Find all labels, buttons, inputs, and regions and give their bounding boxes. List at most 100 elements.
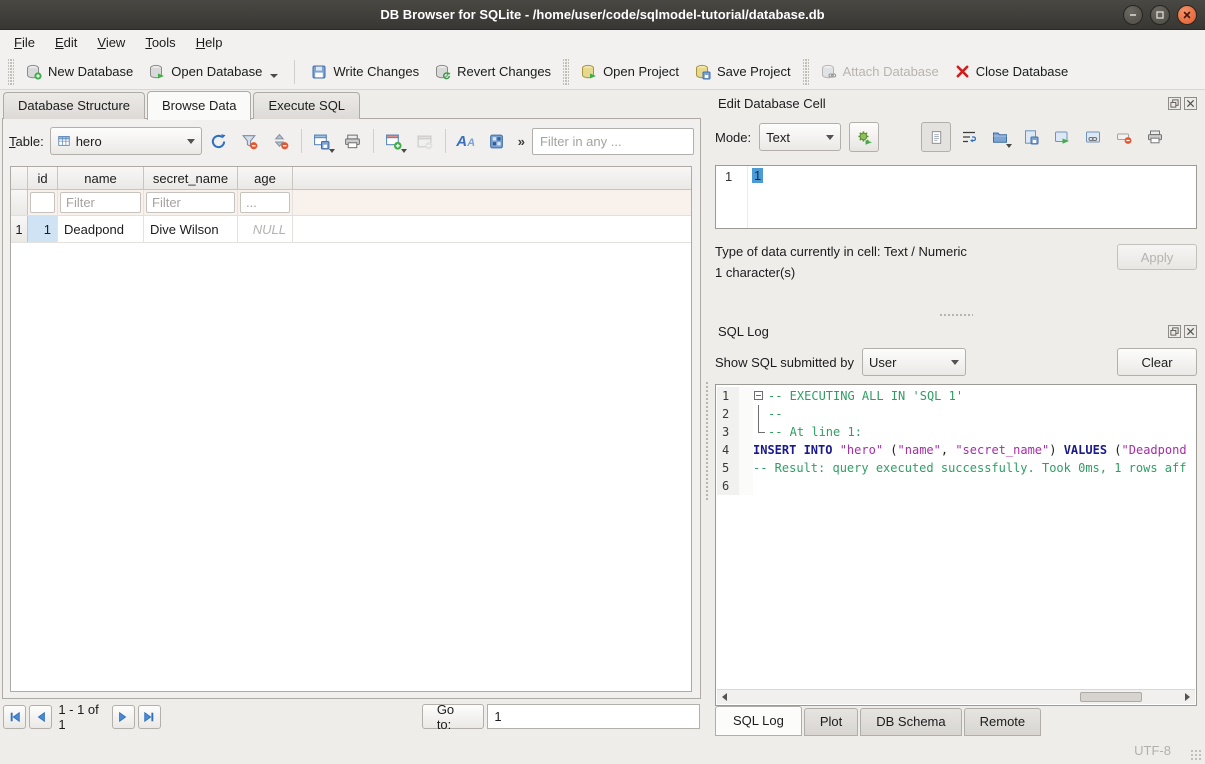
menu-edit[interactable]: Edit — [45, 32, 87, 53]
close-database-button[interactable]: Close Database — [947, 60, 1077, 83]
cell-info-row: Type of data currently in cell: Text / N… — [715, 241, 1197, 283]
menu-view[interactable]: View — [87, 32, 135, 53]
menu-file[interactable]: File — [4, 32, 45, 53]
close-button[interactable] — [1177, 5, 1197, 25]
insert-record-button[interactable] — [380, 127, 408, 155]
close-icon — [1186, 99, 1195, 108]
last-page-button[interactable] — [138, 705, 161, 729]
chevron-down-icon — [187, 139, 195, 144]
toolbar-handle[interactable] — [8, 59, 14, 85]
previous-page-button[interactable] — [29, 705, 52, 729]
scrollbar-thumb[interactable] — [1080, 692, 1142, 702]
filter-age-input[interactable]: ... — [238, 190, 293, 215]
new-database-button[interactable]: New Database — [18, 60, 141, 84]
binary-view-icon — [488, 133, 505, 150]
dock-tab-sql-log[interactable]: SQL Log — [715, 706, 802, 736]
cell-char-count: 1 character(s) — [715, 262, 1117, 283]
table-select-value: hero — [76, 134, 102, 149]
apply-data-button[interactable] — [1049, 124, 1075, 150]
auto-apply-button[interactable] — [849, 122, 879, 152]
cell-secret-name[interactable]: Dive Wilson — [144, 216, 238, 242]
sql-source-select[interactable]: User — [862, 348, 966, 376]
print-button[interactable] — [339, 127, 367, 155]
scroll-right-button[interactable] — [1180, 690, 1195, 704]
cell-id[interactable]: 1 — [28, 216, 58, 242]
clear-log-button[interactable]: Clear — [1117, 348, 1197, 376]
horizontal-scrollbar[interactable] — [717, 689, 1195, 704]
column-header-age[interactable]: age — [238, 167, 293, 189]
minimize-button[interactable] — [1123, 5, 1143, 25]
save-project-button[interactable]: Save Project — [687, 60, 799, 84]
scroll-left-button[interactable] — [717, 690, 732, 704]
export-cell-button[interactable] — [1018, 124, 1044, 150]
toolbar-handle[interactable] — [803, 59, 809, 85]
word-wrap-button[interactable] — [956, 124, 982, 150]
tab-browse-data[interactable]: Browse Data — [147, 91, 251, 120]
dock-tab-remote[interactable]: Remote — [964, 708, 1042, 736]
table-select[interactable]: hero — [50, 127, 202, 155]
refresh-button[interactable] — [205, 127, 233, 155]
tab-database-structure[interactable]: Database Structure — [3, 92, 145, 119]
open-project-button[interactable]: Open Project — [573, 60, 687, 84]
open-external-button[interactable] — [1080, 124, 1106, 150]
log-line: 1 -- EXECUTING ALL IN 'SQL 1' — [717, 387, 1195, 405]
revert-changes-button[interactable]: Revert Changes — [427, 60, 559, 84]
first-page-icon — [9, 711, 21, 723]
toolbar-handle[interactable] — [563, 59, 569, 85]
clear-sorting-button[interactable] — [267, 127, 295, 155]
mode-select[interactable]: Text — [759, 123, 841, 151]
column-header-secret-name[interactable]: secret_name — [144, 167, 238, 189]
export-arrow-icon — [1054, 129, 1070, 145]
resize-grip[interactable] — [1190, 749, 1202, 761]
column-header-name[interactable]: name — [58, 167, 144, 189]
toolbar-overflow-chevron[interactable]: » — [514, 134, 529, 149]
grid-corner[interactable] — [11, 167, 28, 189]
dock-splitter[interactable] — [715, 309, 1197, 321]
filter-name-input[interactable]: Filter — [58, 190, 144, 215]
close-panel-button[interactable] — [1184, 325, 1197, 338]
save-file-icon — [1023, 129, 1039, 145]
print-cell-button[interactable] — [1142, 124, 1168, 150]
open-database-dropdown-icon[interactable] — [270, 74, 278, 78]
first-page-button[interactable] — [3, 705, 26, 729]
float-panel-button[interactable] — [1168, 325, 1181, 338]
set-null-button[interactable] — [1111, 124, 1137, 150]
main-content: Database Structure Browse Data Execute S… — [0, 91, 1205, 736]
close-panel-button[interactable] — [1184, 97, 1197, 110]
clear-filters-button[interactable] — [236, 127, 264, 155]
cell-name[interactable]: Deadpond — [58, 216, 144, 242]
pane-splitter[interactable] — [703, 91, 711, 736]
sql-log-view[interactable]: 1 -- EXECUTING ALL IN 'SQL 1' 2 -- 3 -- … — [715, 384, 1197, 706]
write-changes-button[interactable]: Write Changes — [303, 60, 427, 84]
font-button[interactable]: AA — [452, 127, 480, 155]
save-results-button[interactable] — [308, 127, 336, 155]
open-database-button[interactable]: Open Database — [141, 60, 286, 84]
filter-secret-name-input[interactable]: Filter — [144, 190, 238, 215]
maximize-button[interactable] — [1150, 5, 1170, 25]
filter-any-input[interactable]: Filter in any ... — [532, 128, 694, 155]
goto-button[interactable]: Go to: — [422, 704, 485, 729]
minimize-icon — [1128, 10, 1138, 20]
import-cell-button[interactable] — [987, 124, 1013, 150]
word-wrap-icon — [961, 129, 977, 145]
mode-select-value: Text — [766, 130, 790, 145]
cell-editor-line-number: 1 — [716, 166, 748, 228]
write-changes-icon — [311, 64, 327, 80]
row-header[interactable]: 1 — [11, 216, 28, 242]
cell-editor[interactable]: 1 1 — [715, 165, 1197, 229]
filter-id-input[interactable] — [28, 190, 58, 215]
fold-marker-icon[interactable] — [753, 387, 768, 405]
dock-tab-plot[interactable]: Plot — [804, 708, 858, 736]
goto-input[interactable]: 1 — [487, 704, 700, 729]
cell-age[interactable]: NULL — [238, 216, 293, 242]
dock-tab-db-schema[interactable]: DB Schema — [860, 708, 961, 736]
menu-help[interactable]: Help — [186, 32, 233, 53]
menu-tools[interactable]: Tools — [135, 32, 185, 53]
text-mode-toggle[interactable] — [921, 122, 951, 152]
tab-execute-sql[interactable]: Execute SQL — [253, 92, 360, 119]
column-header-id[interactable]: id — [28, 167, 58, 189]
filter-row-header — [11, 190, 28, 215]
next-page-button[interactable] — [112, 705, 135, 729]
float-panel-button[interactable] — [1168, 97, 1181, 110]
binary-view-button[interactable] — [483, 127, 511, 155]
